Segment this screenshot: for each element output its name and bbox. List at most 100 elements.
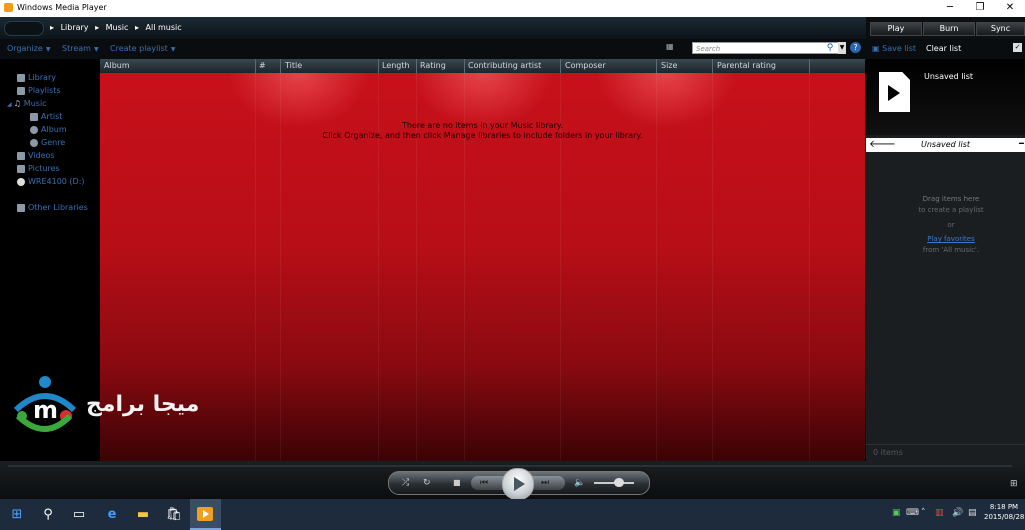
network-warning-icon[interactable]: ▥: [935, 508, 944, 518]
tab-burn[interactable]: Burn: [923, 22, 975, 36]
list-name-bar: 🡐 Unsaved list ━: [866, 138, 1025, 152]
tab-sync[interactable]: Sync: [976, 22, 1025, 36]
back-forward-buttons[interactable]: [4, 21, 44, 36]
file-explorer-icon[interactable]: ▬: [128, 499, 158, 530]
play-button[interactable]: [502, 468, 534, 500]
view-options-icon[interactable]: ▦: [666, 43, 676, 51]
search-dropdown-icon[interactable]: ▼: [838, 42, 846, 54]
column-size[interactable]: Size: [661, 61, 677, 70]
sidebar-item-label: Pictures: [28, 164, 60, 173]
previous-icon[interactable]: ⏮: [480, 477, 488, 489]
sidebar-item-label: WRE4100 (D:): [28, 177, 85, 186]
next-icon[interactable]: ⏭: [541, 477, 549, 489]
more-options-icon[interactable]: ━: [1019, 139, 1024, 148]
column-album[interactable]: Album: [104, 61, 130, 70]
start-icon[interactable]: ⊞: [2, 499, 32, 530]
search-input[interactable]: Search: [692, 42, 845, 54]
seek-bar[interactable]: [8, 465, 1012, 467]
sidebar-item-genre[interactable]: Genre: [30, 138, 65, 147]
column-length[interactable]: Length: [382, 61, 410, 70]
volume-icon[interactable]: 🔈: [574, 477, 585, 489]
mega-logo: m: [13, 376, 77, 432]
clock[interactable]: 8:18 PM 2015/08/28: [984, 502, 1024, 522]
volume-icon[interactable]: 🔊: [952, 508, 963, 518]
sidebar-item-music[interactable]: ◢ ♫ Music: [7, 99, 47, 108]
breadcrumb-music[interactable]: Music: [106, 23, 129, 32]
column-divider[interactable]: [255, 59, 256, 73]
artist-icon: [30, 112, 38, 121]
tray-app-icon[interactable]: ▣: [892, 508, 901, 518]
switch-to-now-playing-icon[interactable]: ⊞: [1010, 479, 1018, 489]
organize-label: Organize: [7, 44, 43, 53]
column-divider[interactable]: [378, 59, 379, 73]
tab-play[interactable]: Play: [870, 22, 922, 36]
sidebar-item-label: Artist: [41, 112, 63, 121]
album-icon: [30, 125, 38, 134]
list-options-icon[interactable]: ✓: [1013, 43, 1022, 52]
play-favorites-link[interactable]: Play favorites: [866, 235, 1025, 243]
video-icon: [17, 151, 25, 160]
store-icon[interactable]: 🛍: [159, 499, 189, 530]
search-icon[interactable]: ⚲: [824, 42, 836, 54]
breadcrumb-all-music[interactable]: All music: [146, 23, 182, 32]
expand-arrow-icon: ◢: [7, 101, 12, 108]
disc-icon: [17, 177, 25, 186]
column-divider[interactable]: [656, 59, 657, 73]
column-parental-rating[interactable]: Parental rating: [717, 61, 776, 70]
stream-button[interactable]: Stream ▼: [62, 44, 99, 53]
chevron-up-icon[interactable]: ˄: [921, 508, 926, 518]
sidebar-item-videos[interactable]: Videos: [17, 151, 55, 160]
help-icon[interactable]: ?: [850, 42, 861, 53]
column-title[interactable]: Title: [285, 61, 302, 70]
organize-button[interactable]: Organize ▼: [7, 44, 50, 53]
list-footer: 0 items: [866, 444, 1025, 462]
stop-icon[interactable]: ■: [453, 477, 461, 489]
window-title: Windows Media Player: [17, 3, 107, 12]
caret-down-icon: ▼: [170, 46, 176, 53]
close-button[interactable]: ✕: [995, 0, 1025, 17]
volume-knob[interactable]: [614, 478, 624, 487]
save-list-button[interactable]: ▣ Save list: [872, 44, 916, 53]
keyboard-icon[interactable]: ⌨: [906, 508, 919, 518]
edge-icon[interactable]: e: [97, 499, 127, 530]
minimize-button[interactable]: ─: [935, 0, 965, 17]
maximize-button[interactable]: ❐: [965, 0, 995, 17]
library-icon: [17, 73, 25, 82]
column-divider[interactable]: [560, 59, 561, 73]
column-composer[interactable]: Composer: [565, 61, 606, 70]
sidebar-item-other-libraries[interactable]: Other Libraries: [17, 203, 88, 212]
column-divider[interactable]: [464, 59, 465, 73]
column-divider[interactable]: [809, 59, 810, 73]
chevron-right-icon: ▸: [50, 23, 55, 32]
shuffle-icon[interactable]: ⤮: [402, 477, 409, 489]
windows-media-player-taskbar-icon[interactable]: [190, 499, 221, 530]
library-content: There are no items in your Music library…: [100, 73, 865, 461]
column-divider[interactable]: [280, 59, 281, 73]
or-label: or: [947, 221, 955, 229]
watermark: m ميجا برامج: [8, 372, 208, 432]
sidebar-item-album[interactable]: Album: [30, 125, 67, 134]
notification-icon[interactable]: ▤: [968, 508, 977, 518]
stream-label: Stream: [62, 44, 91, 53]
repeat-icon[interactable]: ↻: [423, 477, 431, 489]
sidebar-item-pictures[interactable]: Pictures: [17, 164, 60, 173]
list-name[interactable]: Unsaved list: [866, 140, 1025, 149]
column-divider[interactable]: [712, 59, 713, 73]
breadcrumb-library[interactable]: Library: [61, 23, 89, 32]
create-playlist-button[interactable]: Create playlist ▼: [110, 44, 175, 53]
sidebar-item-playlists[interactable]: Playlists: [17, 86, 61, 95]
toolbar: Organize ▼ Stream ▼ Create playlist ▼ ▦ Sea…: [0, 39, 866, 60]
player-controls: ⤮ ↻ ■ ⏮ ⏭ 🔈 ⊞: [0, 461, 1025, 500]
column-rating[interactable]: Rating: [420, 61, 446, 70]
sidebar-item-library[interactable]: Library: [17, 73, 56, 82]
column-contributing-artist[interactable]: Contributing artist: [468, 61, 541, 70]
sidebar-item-drive[interactable]: WRE4100 (D:): [17, 177, 85, 186]
sidebar-item-artist[interactable]: Artist: [30, 112, 62, 121]
search-icon[interactable]: ⚲: [33, 499, 63, 530]
playlist-document-icon: [879, 72, 910, 112]
column-divider[interactable]: [416, 59, 417, 73]
clear-list-button[interactable]: Clear list: [926, 44, 961, 53]
clock-time: 8:18 PM: [989, 503, 1019, 511]
task-view-icon[interactable]: ▭: [64, 499, 94, 530]
column-number[interactable]: #: [259, 61, 266, 70]
